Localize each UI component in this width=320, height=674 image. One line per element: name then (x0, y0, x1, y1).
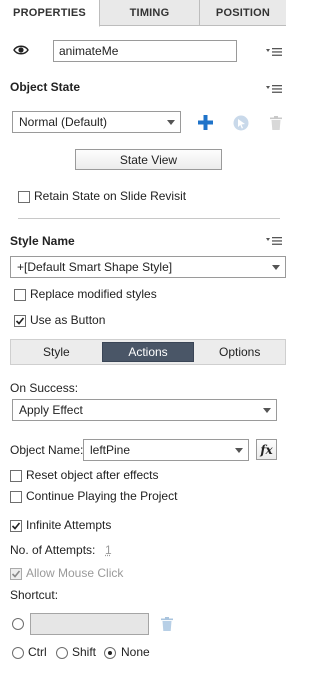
chevron-down-icon (235, 448, 243, 453)
add-state-icon[interactable] (198, 115, 213, 130)
panel-tabs: PROPERTIES TIMING POSITION (0, 0, 286, 27)
allow-mouse-click-label: Allow Mouse Click (26, 566, 124, 580)
on-success-label: On Success: (10, 381, 79, 395)
chevron-down-icon (272, 265, 280, 270)
infinite-attempts-checkbox[interactable] (10, 520, 22, 532)
use-as-button-checkbox[interactable] (14, 315, 26, 327)
style-dropdown-value: +[Default Smart Shape Style] (17, 260, 173, 274)
subtab-actions[interactable]: Actions (101, 342, 195, 362)
tab-properties[interactable]: PROPERTIES (0, 0, 100, 27)
state-pointer-icon (233, 115, 249, 131)
section-divider (18, 218, 280, 219)
eye-icon[interactable] (13, 44, 29, 56)
style-dropdown[interactable]: +[Default Smart Shape Style] (10, 256, 286, 278)
on-success-dropdown[interactable]: Apply Effect (12, 399, 277, 421)
target-object-dropdown[interactable]: leftPine (83, 439, 249, 461)
retain-state-checkbox[interactable] (18, 191, 30, 203)
object-name-input[interactable]: animateMe (53, 40, 237, 62)
attempts-value[interactable]: 1 (105, 543, 112, 557)
fx-button[interactable]: fx (256, 439, 277, 460)
state-dropdown[interactable]: Normal (Default) (12, 111, 181, 133)
state-view-button[interactable]: State View (75, 149, 222, 170)
chevron-down-icon (167, 120, 175, 125)
chevron-down-icon (263, 408, 271, 413)
object-state-title: Object State (10, 80, 81, 94)
continue-playing-checkbox[interactable] (10, 491, 22, 503)
clear-shortcut-icon[interactable] (161, 617, 173, 631)
panel-menu-icon[interactable] (266, 47, 282, 57)
button-subtabs: Style Actions Options (10, 339, 286, 365)
tab-position[interactable]: POSITION (200, 0, 286, 26)
use-as-button-label: Use as Button (30, 313, 106, 327)
tab-timing[interactable]: TIMING (100, 0, 200, 26)
shift-radio[interactable] (56, 647, 68, 659)
object-name-label: Object Name: (10, 443, 84, 457)
object-state-menu-icon[interactable] (266, 84, 282, 94)
shortcut-label: Shortcut: (10, 588, 59, 602)
infinite-attempts-label: Infinite Attempts (26, 518, 112, 532)
none-radio[interactable] (104, 647, 116, 659)
replace-styles-checkbox[interactable] (14, 289, 26, 301)
subtab-options[interactable]: Options (194, 340, 285, 364)
none-label: None (121, 645, 150, 659)
shortcut-input[interactable] (30, 613, 149, 635)
style-name-title: Style Name (10, 234, 75, 248)
replace-styles-label: Replace modified styles (30, 287, 157, 301)
shift-label: Shift (72, 645, 97, 659)
shortcut-radio[interactable] (12, 618, 24, 630)
style-menu-icon[interactable] (266, 236, 282, 246)
delete-state-icon (270, 116, 282, 130)
state-dropdown-value: Normal (Default) (19, 115, 108, 129)
target-object-value: leftPine (90, 443, 131, 457)
subtab-style[interactable]: Style (11, 340, 102, 364)
ctrl-radio[interactable] (12, 647, 24, 659)
reset-object-label: Reset object after effects (26, 468, 159, 482)
reset-object-checkbox[interactable] (10, 470, 22, 482)
continue-playing-label: Continue Playing the Project (26, 489, 178, 503)
ctrl-label: Ctrl (28, 645, 47, 659)
on-success-value: Apply Effect (19, 403, 83, 417)
retain-state-label: Retain State on Slide Revisit (34, 189, 187, 203)
attempts-label: No. of Attempts: (10, 543, 96, 557)
allow-mouse-click-checkbox (10, 568, 22, 580)
